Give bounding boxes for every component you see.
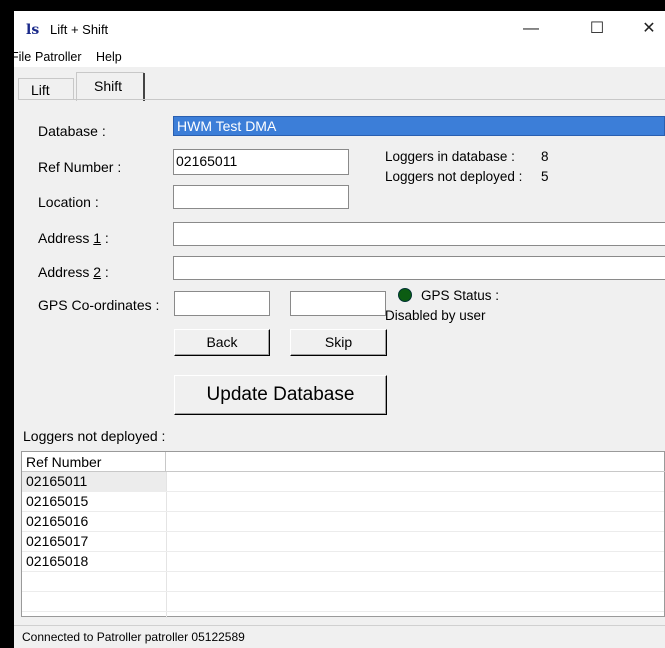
loggers-table[interactable]: Ref Number 02165011 02165015 02165016 02… xyxy=(21,451,665,618)
maximize-button[interactable]: ☐ xyxy=(574,11,620,47)
app-logo-icon: ls xyxy=(26,22,39,37)
close-button[interactable]: ✕ xyxy=(626,11,665,47)
app-window: ls Lift + Shift — ☐ ✕ File Patroller Hel… xyxy=(14,11,665,648)
table-row[interactable]: 02165011 xyxy=(22,472,664,492)
loggers-not-deployed-heading: Loggers not deployed : xyxy=(23,428,166,444)
address1-label-text: Address xyxy=(38,230,94,246)
table-row[interactable]: 02165015 xyxy=(22,492,664,512)
tab-lift[interactable]: Lift xyxy=(18,78,74,100)
address2-label-text: Address xyxy=(38,264,94,280)
ref-number-cell: 02165015 xyxy=(26,493,89,509)
location-label: Location : xyxy=(38,194,99,210)
ref-number-cell: 02165017 xyxy=(26,533,89,549)
menu-help[interactable]: Help xyxy=(96,50,122,64)
ref-number-label: Ref Number : xyxy=(38,159,122,175)
address1-label-colon: : xyxy=(101,230,109,246)
address1-label: Address 1 : xyxy=(38,230,109,246)
gps-label: GPS Co-ordinates : xyxy=(38,297,160,313)
database-select[interactable]: HWM Test DMA xyxy=(173,116,665,136)
address2-label: Address 2 : xyxy=(38,264,109,280)
address1-accesskey: 1 xyxy=(93,230,102,246)
loggers-not-deployed-label: Loggers not deployed : xyxy=(385,169,523,184)
loggers-in-db-value: 8 xyxy=(541,149,549,164)
gps-status-value: Disabled by user xyxy=(385,308,486,323)
table-row[interactable]: 02165017 xyxy=(22,532,664,552)
address2-accesskey: 2 xyxy=(93,264,102,280)
loggers-not-deployed-value: 5 xyxy=(541,169,549,184)
ref-number-cell: 02165016 xyxy=(26,513,89,529)
update-database-button[interactable]: Update Database xyxy=(174,375,387,415)
loggers-in-db-label: Loggers in database : xyxy=(385,149,515,164)
gps-status-indicator-icon xyxy=(398,288,412,302)
minimize-button[interactable]: — xyxy=(508,11,554,47)
ref-number-cell: 02165018 xyxy=(26,553,89,569)
address1-input[interactable] xyxy=(173,222,665,246)
gps-status-label: GPS Status : xyxy=(421,288,500,303)
gps-longitude-input[interactable] xyxy=(290,291,386,316)
table-row[interactable]: 02165018 xyxy=(22,552,664,572)
column-header-blank xyxy=(166,452,665,472)
ref-number-input[interactable]: 02165011 xyxy=(173,149,349,175)
menu-bar: File Patroller Help xyxy=(14,47,665,67)
tab-lift-label: Lift xyxy=(31,82,50,98)
status-bar: Connected to Patroller patroller 0512258… xyxy=(14,625,665,648)
menu-patroller[interactable]: Patroller xyxy=(35,50,82,64)
tab-shift[interactable]: Shift xyxy=(76,72,145,101)
menu-file[interactable]: File xyxy=(14,50,31,64)
ref-number-cell: 02165011 xyxy=(26,473,88,489)
panel-border xyxy=(18,99,665,100)
location-input[interactable] xyxy=(173,185,349,209)
column-header-ref-number[interactable]: Ref Number xyxy=(22,452,166,472)
tab-shift-label: Shift xyxy=(94,78,123,94)
svg-text:ls: ls xyxy=(26,22,39,37)
tab-shadow xyxy=(143,73,145,101)
table-row-empty[interactable] xyxy=(22,592,664,612)
title-bar[interactable]: ls Lift + Shift — ☐ ✕ xyxy=(14,11,665,47)
window-title: Lift + Shift xyxy=(50,22,109,37)
database-label: Database : xyxy=(38,123,106,139)
table-row[interactable]: 02165016 xyxy=(22,512,664,532)
back-button[interactable]: Back xyxy=(174,329,270,356)
skip-button[interactable]: Skip xyxy=(290,329,387,356)
address2-label-colon: : xyxy=(101,264,109,280)
address2-input[interactable] xyxy=(173,256,665,280)
gps-latitude-input[interactable] xyxy=(174,291,270,316)
tab-strip: Lift Shift xyxy=(14,67,665,101)
table-row-empty[interactable] xyxy=(22,572,664,592)
status-text: Connected to Patroller patroller 0512258… xyxy=(22,630,245,644)
